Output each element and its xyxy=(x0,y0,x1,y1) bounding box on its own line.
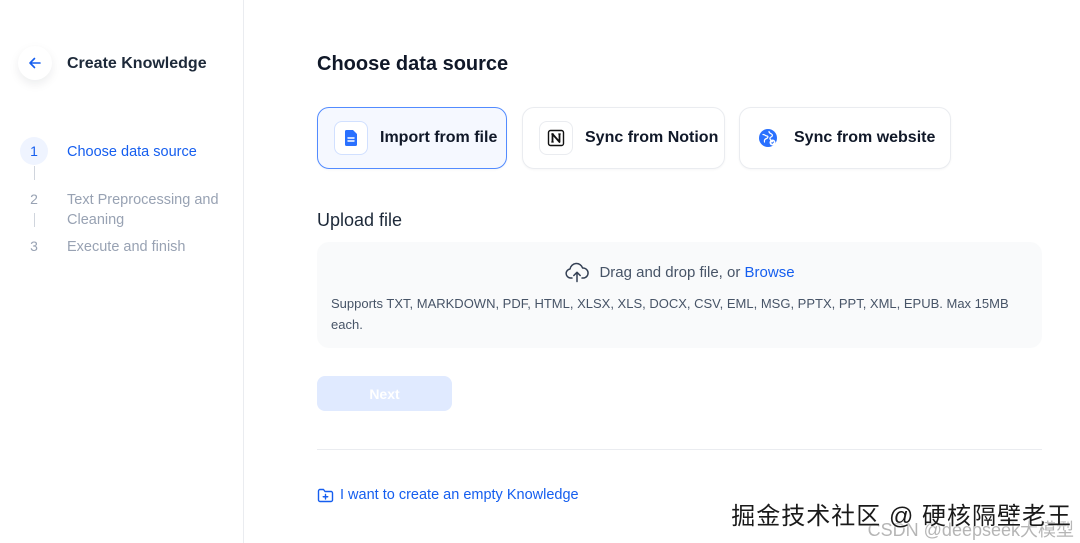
step-label: Execute and finish xyxy=(67,239,186,255)
source-sync-notion[interactable]: Sync from Notion xyxy=(522,107,725,169)
dropzone-text: Drag and drop file, or xyxy=(599,263,745,281)
arrow-left-icon xyxy=(29,57,41,69)
next-button[interactable]: Next xyxy=(317,376,452,411)
file-dropzone[interactable]: Drag and drop file, or Browse Supports T… xyxy=(317,242,1042,348)
cloud-upload-icon xyxy=(565,262,590,283)
folder-plus-icon xyxy=(317,488,334,502)
step-number: 2 xyxy=(30,191,38,207)
globe-icon xyxy=(759,129,777,147)
step-number: 1 xyxy=(20,137,48,165)
watermark: 掘金技术社区 @ 硬核隔壁老王 xyxy=(731,503,1072,530)
supported-formats-text: Supports TXT, MARKDOWN, PDF, HTML, XLSX,… xyxy=(331,296,1009,332)
dropzone-prompt: Drag and drop file, or Browse xyxy=(317,261,1042,283)
sidebar-title: Create Knowledge xyxy=(67,55,207,72)
page-title: Choose data source xyxy=(317,53,509,75)
globe-icon-wrapper xyxy=(756,122,780,154)
source-label: Sync from Notion xyxy=(585,129,719,146)
divider xyxy=(317,449,1042,450)
file-icon xyxy=(345,130,357,146)
notion-icon-wrapper xyxy=(539,121,573,155)
create-empty-knowledge-link[interactable]: I want to create an empty Knowledge xyxy=(317,487,579,503)
step-number: 3 xyxy=(30,238,38,254)
source-import-file[interactable]: Import from file xyxy=(317,107,507,169)
empty-link-label: I want to create an empty Knowledge xyxy=(340,487,579,503)
back-button[interactable] xyxy=(18,46,52,80)
step-label: Choose data source xyxy=(67,144,197,160)
step-label: Text Preprocessing and Cleaning xyxy=(67,192,219,228)
source-label: Import from file xyxy=(380,129,498,146)
source-sync-website[interactable]: Sync from website xyxy=(739,107,951,169)
source-label: Sync from website xyxy=(794,129,936,146)
upload-file-title: Upload file xyxy=(317,210,403,230)
step-connector xyxy=(34,213,35,227)
file-icon-wrapper xyxy=(334,121,368,155)
notion-icon xyxy=(547,129,565,147)
browse-link[interactable]: Browse xyxy=(745,264,795,281)
sidebar: Create Knowledge 1 Choose data source 2 … xyxy=(0,0,244,543)
step-connector xyxy=(34,166,35,180)
